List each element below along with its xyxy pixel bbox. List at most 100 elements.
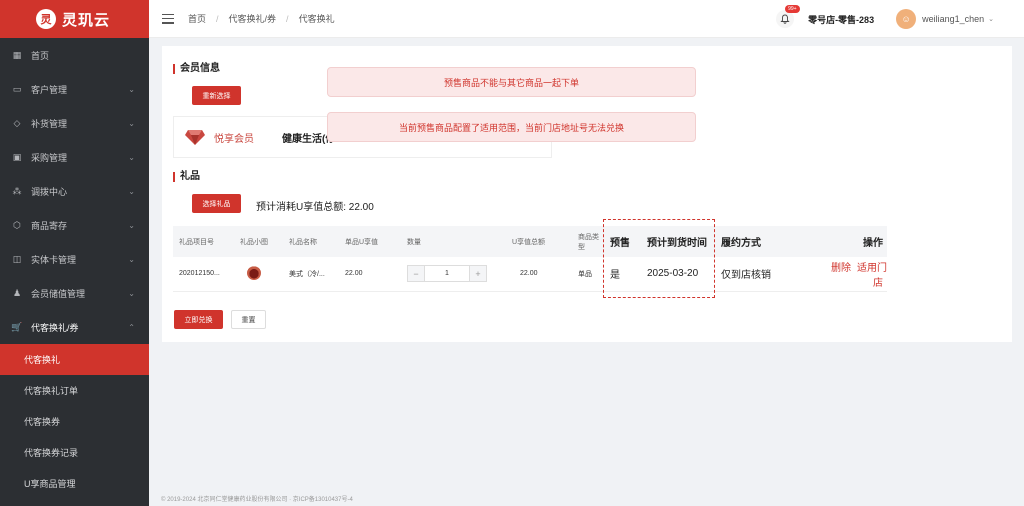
increment-button[interactable]: + bbox=[470, 266, 486, 282]
col-total-value: U享值总额 bbox=[506, 226, 572, 257]
sidebar-item-label: 调拨中心 bbox=[31, 186, 68, 197]
chevron-down-icon: ⌄ bbox=[128, 118, 135, 128]
sidebar-item-label: 客户管理 bbox=[31, 84, 68, 95]
customer-icon: ▭ bbox=[12, 83, 22, 94]
col-actions: 操作 bbox=[813, 226, 887, 257]
sidebar-item-storage[interactable]: ⬡ 商品寄存 ⌄ bbox=[0, 208, 149, 242]
sidebar-menu: ▦ 首页 ▭ 客户管理 ⌄ ◇ 补货管理 ⌄ ▣ 采购管理 ⌄ ⁂ 调拨中心 ⌄… bbox=[0, 38, 149, 499]
breadcrumb-separator: / bbox=[286, 13, 289, 24]
sidebar-subitem-label: 代客换券 bbox=[24, 417, 61, 427]
diamond-icon bbox=[185, 130, 205, 145]
menu-toggle-icon[interactable] bbox=[162, 13, 174, 24]
cell-item-no: 202012150... bbox=[173, 257, 234, 292]
decrement-button[interactable]: − bbox=[408, 266, 424, 282]
col-fulfillment: 履约方式 bbox=[715, 226, 813, 257]
breadcrumb-gift-coupon[interactable]: 代客换礼/券 bbox=[229, 12, 277, 25]
applicable-stores-link[interactable]: 适用门店 bbox=[857, 263, 887, 289]
logo[interactable]: 灵 灵玑云 bbox=[0, 0, 149, 38]
cell-presale: 是 bbox=[604, 257, 641, 292]
notification-badge: 99+ bbox=[785, 5, 800, 13]
member-section-title: 会员信息 bbox=[173, 64, 220, 74]
toast-store-restricted: 当前预售商品配置了适用范围，当前门店地址号无法兑换 bbox=[327, 112, 696, 142]
sidebar-subitem-coupon-exchange[interactable]: 代客换券 bbox=[0, 406, 149, 437]
sidebar-item-label: 首页 bbox=[31, 50, 50, 61]
col-thumbnail: 礼品小图 bbox=[234, 226, 283, 257]
sidebar-subitem-gift-exchange[interactable]: 代客换礼 bbox=[0, 344, 149, 375]
chevron-down-icon: ⌄ bbox=[128, 220, 135, 230]
reselect-button[interactable]: 重新选择 bbox=[192, 86, 241, 105]
col-presale: 预售 bbox=[604, 226, 641, 257]
user-name[interactable]: weiliang1_chen bbox=[922, 14, 984, 24]
box-icon: ⬡ bbox=[13, 219, 21, 230]
col-unit-value: 单品U享值 bbox=[339, 226, 401, 257]
sidebar-item-home[interactable]: ▦ 首页 bbox=[0, 38, 149, 72]
cell-fulfillment: 仅到店核销 bbox=[715, 257, 813, 292]
sidebar-item-stored-value[interactable]: ♟ 会员储值管理 ⌄ bbox=[0, 276, 149, 310]
store-name: 零号店-零售-283 bbox=[808, 14, 875, 25]
sidebar-subitem-u-products[interactable]: U享商品管理 bbox=[0, 468, 149, 499]
col-name: 礼品名称 bbox=[283, 226, 339, 257]
notification-button[interactable]: 99+ bbox=[776, 5, 800, 28]
delete-link[interactable]: 删除 bbox=[831, 263, 851, 274]
quantity-input[interactable]: 1 bbox=[424, 266, 470, 282]
breadcrumb-current: 代客换礼 bbox=[298, 14, 335, 24]
reset-button[interactable]: 重置 bbox=[231, 310, 266, 329]
sidebar-item-customers[interactable]: ▭ 客户管理 ⌄ bbox=[0, 72, 149, 106]
chevron-down-icon: ⌄ bbox=[128, 186, 135, 196]
sidebar-item-label: 商品寄存 bbox=[31, 220, 68, 231]
sidebar-item-label: 代客换礼/券 bbox=[31, 322, 79, 333]
gem-icon: ◇ bbox=[13, 117, 21, 128]
table-row: 202012150... 美式（冷/... 22.00 − 1 + 22.00 … bbox=[173, 257, 887, 292]
gift-section-title: 礼品 bbox=[173, 172, 200, 182]
sidebar-subitem-coupon-records[interactable]: 代客换券记录 bbox=[0, 437, 149, 468]
breadcrumb-home[interactable]: 首页 bbox=[188, 12, 206, 25]
chevron-down-icon[interactable]: ⌄ bbox=[988, 15, 994, 23]
toast-presale-mix: 预售商品不能与其它商品一起下单 bbox=[327, 67, 696, 97]
chevron-down-icon: ⌄ bbox=[128, 152, 135, 162]
avatar[interactable]: ☺ bbox=[896, 9, 917, 29]
sidebar: 灵 灵玑云 ▦ 首页 ▭ 客户管理 ⌄ ◇ 补货管理 ⌄ ▣ 采购管理 ⌄ ⁂ … bbox=[0, 0, 149, 506]
sidebar-item-transfer[interactable]: ⁂ 调拨中心 ⌄ bbox=[0, 174, 149, 208]
sidebar-item-purchase[interactable]: ▣ 采购管理 ⌄ bbox=[0, 140, 149, 174]
logo-text: 灵玑云 bbox=[62, 11, 111, 29]
sidebar-subitem-label: U享商品管理 bbox=[24, 479, 76, 489]
chevron-down-icon: ⌄ bbox=[128, 84, 135, 94]
top-header: 首页 / 代客换礼/券 / 代客换礼 99+ 零号店-零售-283 ☺ weil… bbox=[149, 0, 1024, 38]
transfer-icon: ⁂ bbox=[12, 185, 22, 196]
col-quantity: 数量 bbox=[401, 226, 506, 257]
sidebar-subitem-gift-orders[interactable]: 代客换礼订单 bbox=[0, 375, 149, 406]
sidebar-subitem-label: 代客换礼订单 bbox=[24, 386, 79, 396]
cell-arrival: 2025-03-20 bbox=[641, 257, 715, 292]
sidebar-item-label: 补货管理 bbox=[31, 118, 68, 129]
cell-name: 美式（冷/... bbox=[283, 257, 339, 292]
estimated-total: 预计消耗U享值总额: 22.00 bbox=[256, 202, 374, 213]
cell-quantity: − 1 + bbox=[401, 257, 506, 292]
cell-actions: 删除 适用门店 bbox=[813, 257, 887, 292]
quantity-stepper: − 1 + bbox=[407, 265, 487, 283]
member-level: 悦享会员 bbox=[214, 133, 254, 145]
cell-total-value: 22.00 bbox=[506, 257, 572, 292]
cell-unit-value: 22.00 bbox=[339, 257, 401, 292]
chevron-up-icon: ⌃ bbox=[128, 322, 135, 332]
sidebar-item-cards[interactable]: ◫ 实体卡管理 ⌄ bbox=[0, 242, 149, 276]
sidebar-item-gift-exchange[interactable]: 🛒 代客换礼/券 ⌃ bbox=[0, 310, 149, 344]
table-header-row: 礼品项目号 礼品小图 礼品名称 单品U享值 数量 U享值总额 商品类型 预售 预… bbox=[173, 226, 887, 257]
footer-copyright: © 2019-2024 北京同仁堂健康药业股份有限公司 · 京ICP备13010… bbox=[149, 490, 1024, 506]
book-icon: ◫ bbox=[12, 253, 22, 264]
chevron-down-icon: ⌄ bbox=[128, 288, 135, 298]
col-item-no: 礼品项目号 bbox=[173, 226, 234, 257]
breadcrumb: 首页 / 代客换礼/券 / 代客换礼 bbox=[188, 12, 335, 25]
purchase-icon: ▣ bbox=[12, 151, 22, 162]
coffee-cup-image bbox=[247, 265, 261, 280]
redeem-now-button[interactable]: 立即兑换 bbox=[174, 310, 223, 329]
cell-type: 单品 bbox=[572, 257, 604, 292]
sidebar-item-replenish[interactable]: ◇ 补货管理 ⌄ bbox=[0, 106, 149, 140]
breadcrumb-separator: / bbox=[216, 13, 219, 24]
select-gift-button[interactable]: 选择礼品 bbox=[192, 194, 241, 213]
bell-icon bbox=[780, 14, 790, 24]
sidebar-item-label: 实体卡管理 bbox=[31, 254, 77, 265]
sidebar-subitem-label: 代客换礼 bbox=[24, 355, 61, 365]
gift-table: 礼品项目号 礼品小图 礼品名称 单品U享值 数量 U享值总额 商品类型 预售 预… bbox=[173, 226, 887, 292]
sidebar-subitem-label: 代客换券记录 bbox=[24, 448, 79, 458]
col-arrival: 预计到货时间 bbox=[641, 226, 715, 257]
